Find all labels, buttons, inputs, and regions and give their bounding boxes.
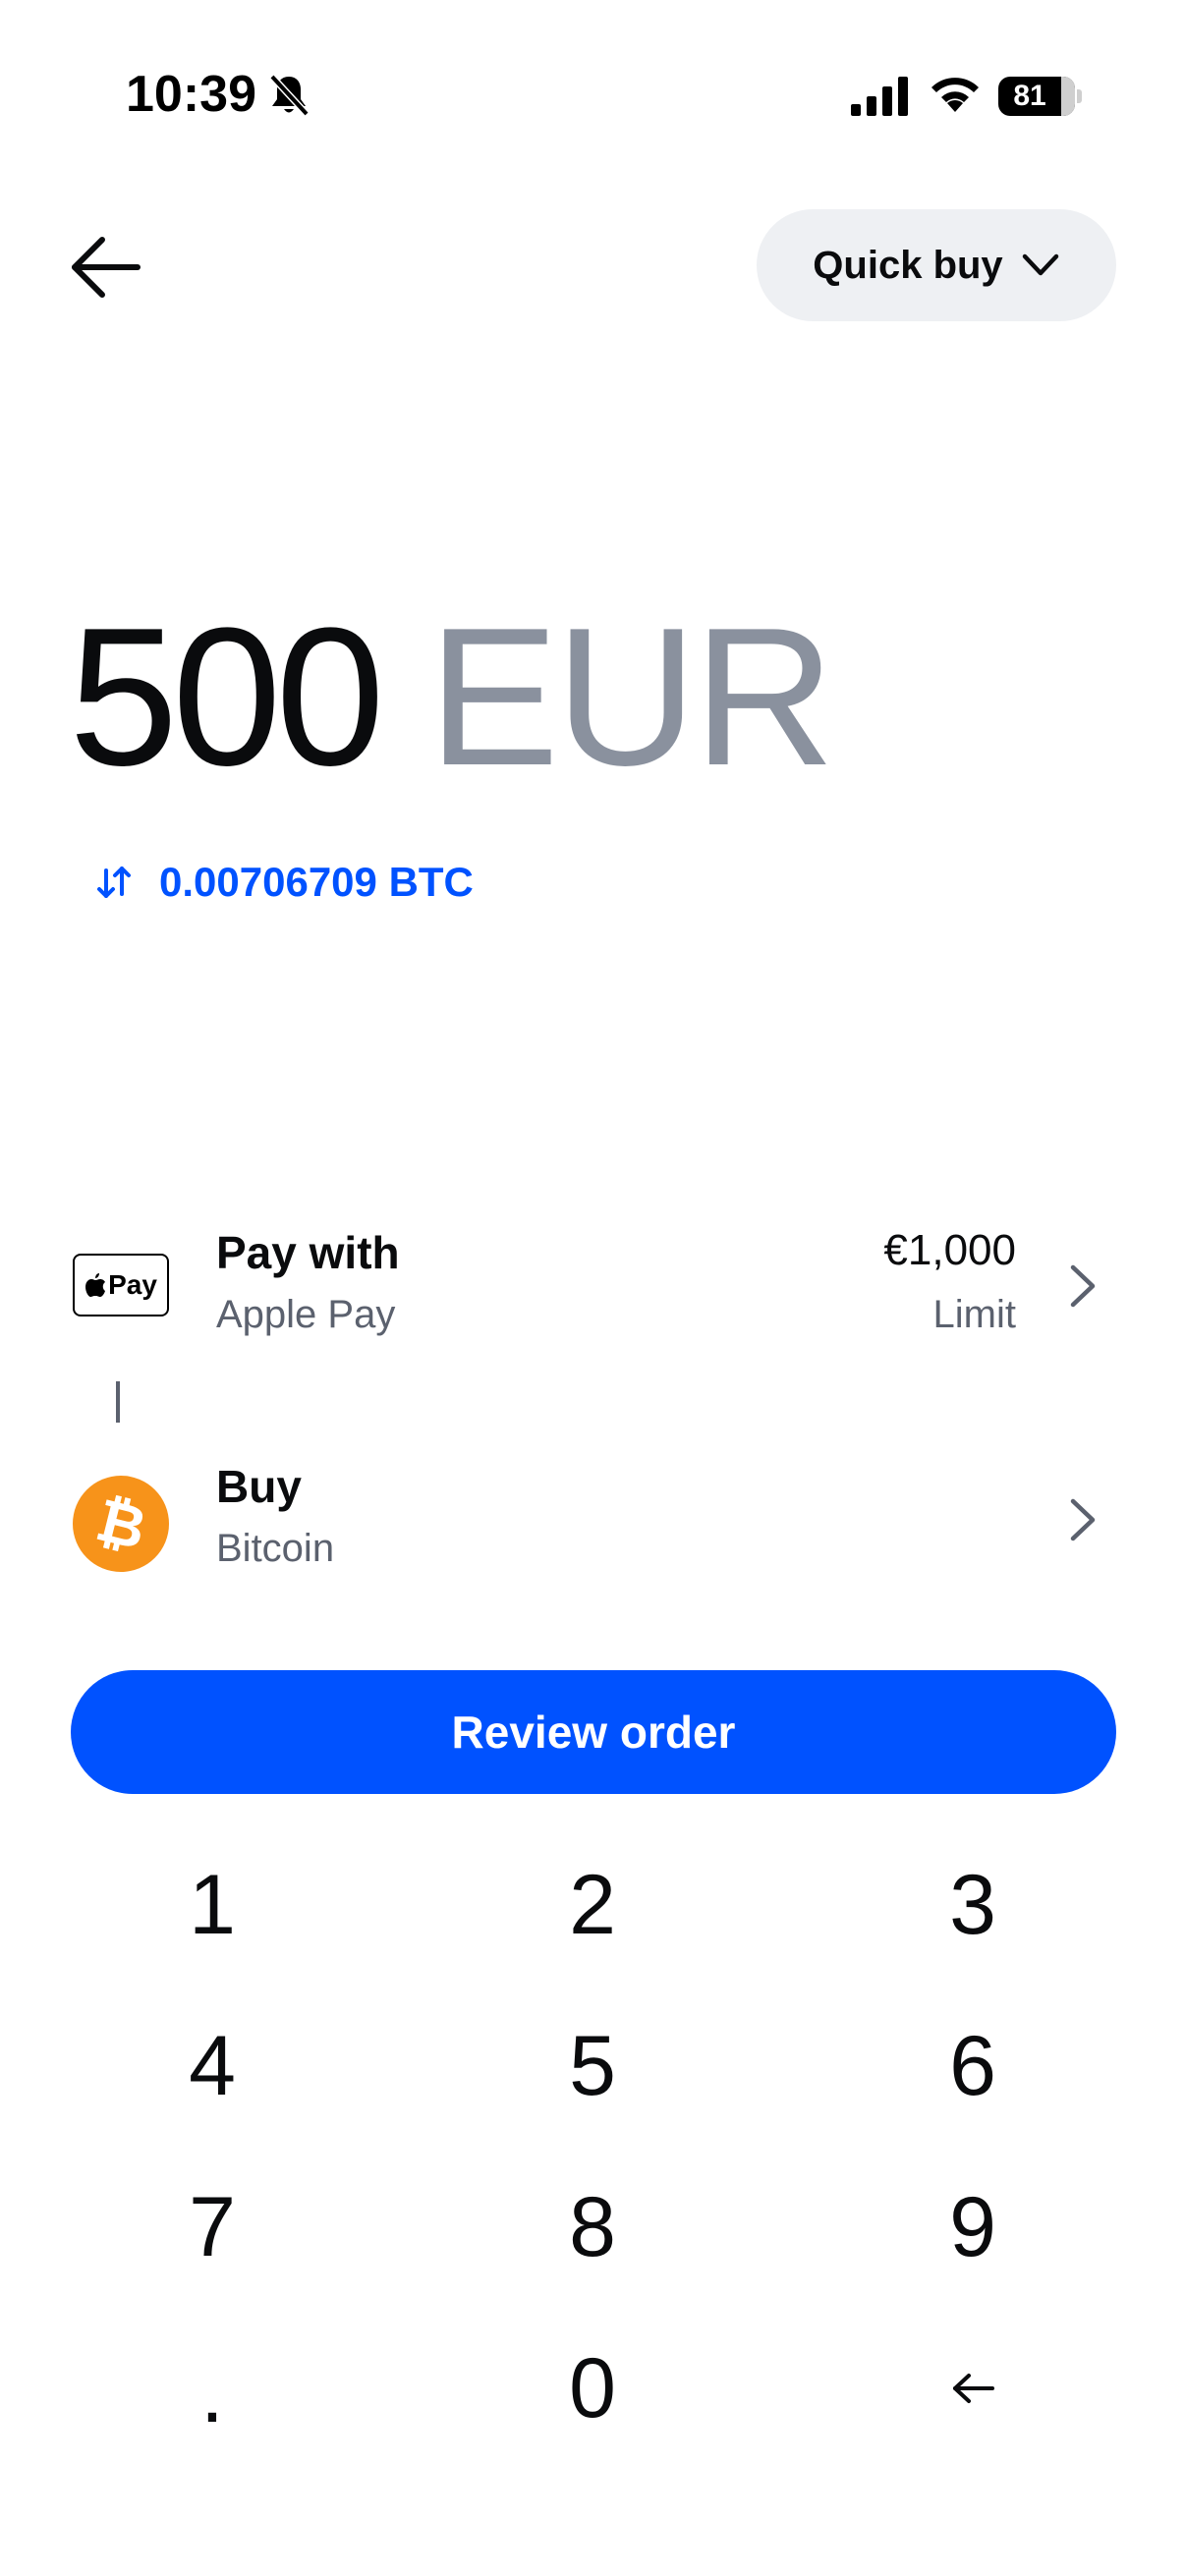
payment-method-name: Apple Pay xyxy=(216,1293,396,1336)
quick-buy-screen: 10:39 81 Quick buy 500 EUR 0.00706709 BT… xyxy=(0,0,1185,2576)
arrow-left-icon xyxy=(72,237,141,298)
key-6[interactable]: 6 xyxy=(825,1992,1120,2140)
key-7[interactable]: 7 xyxy=(65,2154,360,2301)
chevron-down-icon xyxy=(1022,253,1058,276)
quick-buy-mode-selector[interactable]: Quick buy xyxy=(757,209,1116,321)
backspace-arrow-icon xyxy=(953,2374,994,2403)
bell-off-icon xyxy=(269,74,310,117)
buy-asset-row[interactable]: ₿ Buy Bitcoin xyxy=(0,1442,1185,1590)
amount-currency: EUR xyxy=(427,588,835,807)
limit-label: Limit xyxy=(932,1293,1016,1336)
key-0[interactable]: 0 xyxy=(445,2315,740,2462)
battery-icon: 81 xyxy=(998,77,1082,116)
bitcoin-logo-icon: ₿ xyxy=(73,1476,169,1572)
amount-value: 500 xyxy=(69,588,385,807)
key-1[interactable]: 1 xyxy=(65,1831,360,1979)
quick-buy-label: Quick buy xyxy=(813,243,1003,287)
signal-icon xyxy=(851,77,908,116)
review-order-label: Review order xyxy=(451,1707,736,1758)
chevron-right-icon xyxy=(1070,1498,1096,1541)
limit-value: €1,000 xyxy=(883,1226,1016,1274)
apple-logo-icon xyxy=(85,1273,106,1297)
pay-with-row[interactable]: Pay Pay with Apple Pay €1,000 Limit xyxy=(0,1208,1185,1356)
conversion-value: 0.00706709 BTC xyxy=(159,859,474,905)
apple-pay-badge: Pay xyxy=(73,1254,169,1316)
key-backspace[interactable] xyxy=(825,2315,1120,2462)
apple-pay-badge-text: Pay xyxy=(108,1269,157,1300)
status-time: 10:39 xyxy=(126,66,256,123)
key-3[interactable]: 3 xyxy=(825,1831,1120,1979)
key-4[interactable]: 4 xyxy=(65,1992,360,2140)
amount-display: 500 EUR xyxy=(69,588,835,807)
back-button[interactable] xyxy=(65,226,147,308)
buy-title: Buy xyxy=(216,1461,302,1512)
asset-name: Bitcoin xyxy=(216,1527,335,1570)
key-8[interactable]: 8 xyxy=(445,2154,740,2301)
swap-icon xyxy=(97,867,131,898)
review-order-button[interactable]: Review order xyxy=(71,1670,1116,1794)
key-9[interactable]: 9 xyxy=(825,2154,1120,2301)
pay-with-title: Pay with xyxy=(216,1227,400,1278)
battery-level: 81 xyxy=(1013,80,1046,112)
key-2[interactable]: 2 xyxy=(445,1831,740,1979)
row-connector-line xyxy=(116,1381,120,1423)
conversion-toggle[interactable]: 0.00706709 BTC xyxy=(94,853,474,912)
chevron-right-icon xyxy=(1070,1264,1096,1308)
key-5[interactable]: 5 xyxy=(445,1992,740,2140)
status-bar: 10:39 81 xyxy=(0,0,1185,196)
key-decimal[interactable]: . xyxy=(65,2315,360,2462)
wifi-icon xyxy=(931,78,979,112)
